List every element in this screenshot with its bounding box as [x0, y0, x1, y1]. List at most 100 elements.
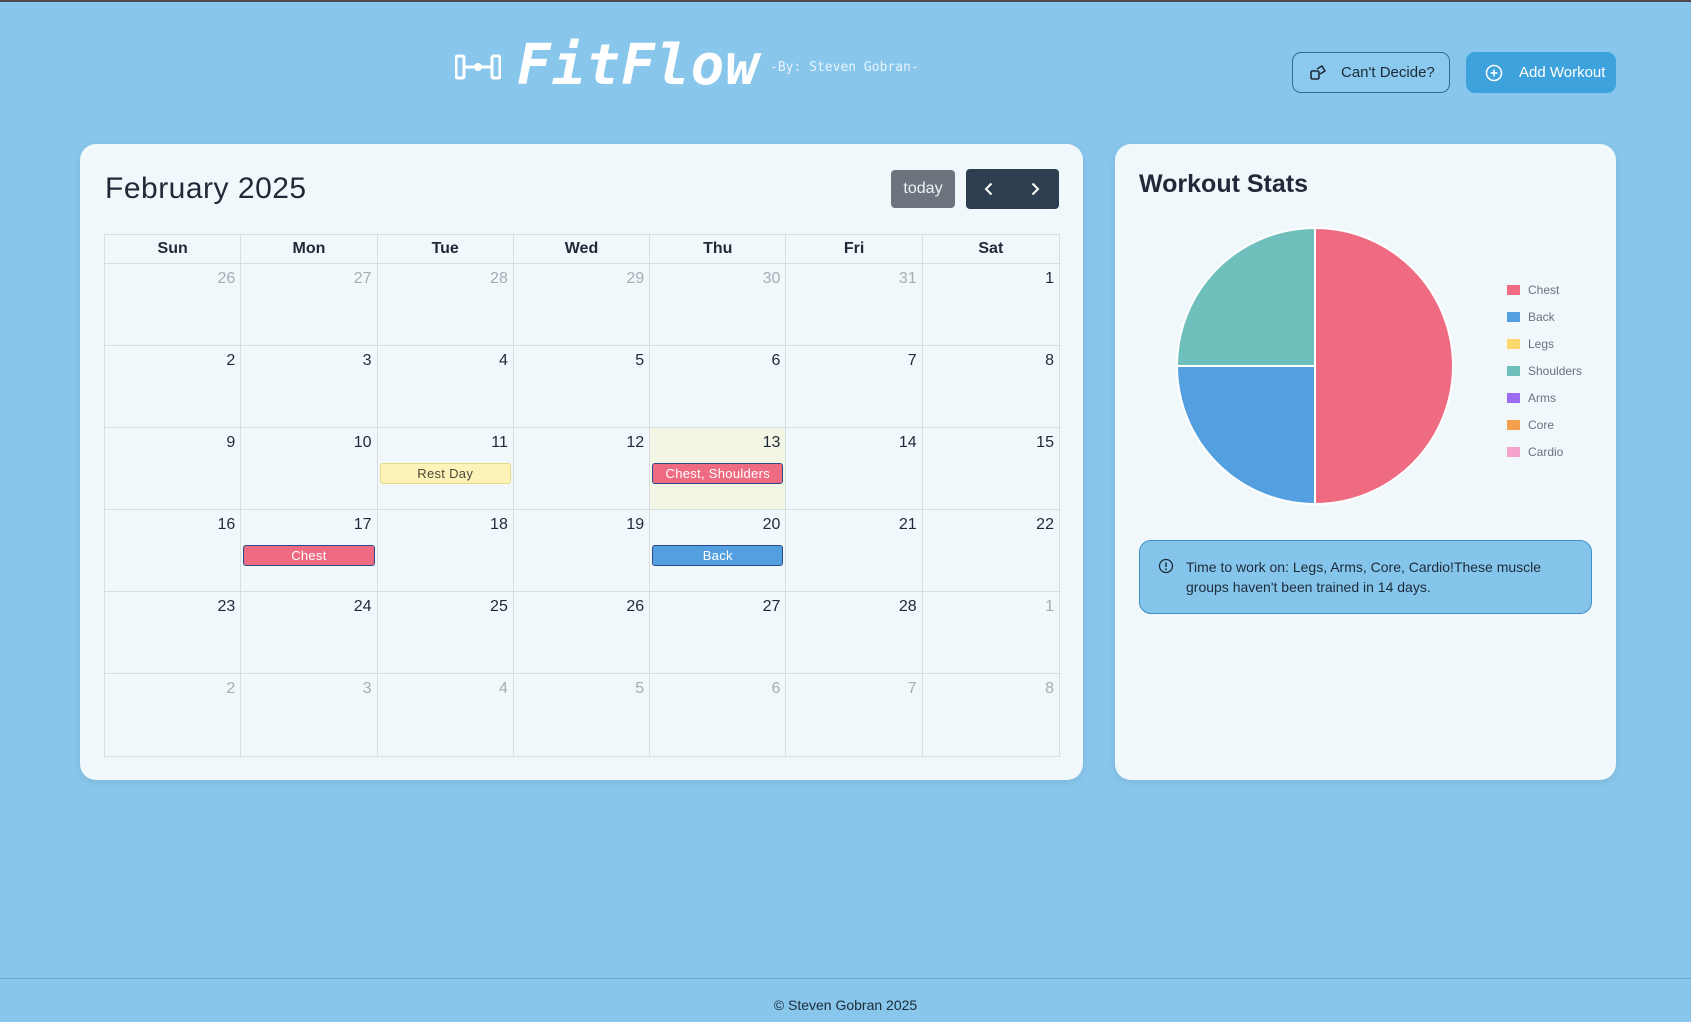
calendar-day[interactable]: 28 — [786, 592, 923, 673]
legend-item-legs[interactable]: Legs — [1507, 330, 1582, 357]
calendar-day[interactable]: 26 — [105, 264, 242, 345]
day-number[interactable]: 13 — [650, 434, 785, 456]
calendar-day[interactable]: 5 — [514, 674, 651, 756]
calendar-day[interactable]: 14 — [786, 428, 923, 509]
calendar-day[interactable]: 1 — [923, 592, 1059, 673]
prev-month-button[interactable] — [966, 169, 1012, 209]
day-number[interactable]: 1 — [923, 598, 1059, 620]
day-number[interactable]: 5 — [514, 680, 649, 702]
pie-slice-back[interactable] — [1175, 365, 1316, 506]
calendar-day[interactable]: 29 — [514, 264, 651, 345]
workout-event[interactable]: Chest — [243, 545, 375, 566]
calendar-day[interactable]: 8 — [923, 674, 1059, 756]
day-number[interactable]: 24 — [241, 598, 376, 620]
day-number[interactable]: 8 — [923, 352, 1059, 374]
calendar-day[interactable]: 24 — [241, 592, 378, 673]
day-number[interactable]: 12 — [514, 434, 649, 456]
legend-item-chest[interactable]: Chest — [1507, 276, 1582, 303]
day-number[interactable]: 30 — [650, 270, 785, 292]
legend-item-back[interactable]: Back — [1507, 303, 1582, 330]
day-number[interactable]: 9 — [105, 434, 240, 456]
legend-item-arms[interactable]: Arms — [1507, 384, 1582, 411]
day-number[interactable]: 23 — [105, 598, 240, 620]
day-number[interactable]: 6 — [650, 680, 785, 702]
day-number[interactable]: 2 — [105, 352, 240, 374]
day-number[interactable]: 22 — [923, 516, 1059, 538]
calendar-day[interactable]: 4 — [378, 346, 514, 427]
calendar-day[interactable]: 26 — [514, 592, 651, 673]
calendar-day[interactable]: 6 — [650, 674, 787, 756]
calendar-day[interactable]: 3 — [241, 674, 378, 756]
day-number[interactable]: 7 — [786, 352, 921, 374]
calendar-day[interactable]: 16 — [105, 510, 242, 591]
calendar-day[interactable]: 22 — [923, 510, 1059, 591]
day-number[interactable]: 11 — [378, 434, 513, 456]
day-number[interactable]: 31 — [786, 270, 921, 292]
day-number[interactable]: 10 — [241, 434, 376, 456]
calendar-day[interactable]: 3 — [241, 346, 378, 427]
calendar-day-today[interactable]: 13 Chest, Shoulders — [650, 428, 787, 509]
day-number[interactable]: 1 — [923, 270, 1059, 292]
calendar-day[interactable]: 27 — [241, 264, 378, 345]
day-number[interactable]: 20 — [650, 516, 785, 538]
day-number[interactable]: 14 — [786, 434, 921, 456]
day-number[interactable]: 7 — [786, 680, 921, 702]
calendar-day[interactable]: 23 — [105, 592, 242, 673]
day-number[interactable]: 28 — [378, 270, 513, 292]
day-number[interactable]: 21 — [786, 516, 921, 538]
legend-item-core[interactable]: Core — [1507, 411, 1582, 438]
day-number[interactable]: 5 — [514, 352, 649, 374]
day-number[interactable]: 4 — [378, 680, 513, 702]
day-number[interactable]: 28 — [786, 598, 921, 620]
day-number[interactable]: 26 — [514, 598, 649, 620]
workout-event[interactable]: Back — [652, 545, 784, 566]
calendar-day[interactable]: 30 — [650, 264, 787, 345]
add-workout-button[interactable]: Add Workout — [1466, 52, 1616, 93]
day-number[interactable]: 3 — [241, 680, 376, 702]
calendar-day[interactable]: 12 — [514, 428, 651, 509]
day-number[interactable]: 29 — [514, 270, 649, 292]
day-number[interactable]: 16 — [105, 516, 240, 538]
day-number[interactable]: 27 — [650, 598, 785, 620]
day-number[interactable]: 4 — [378, 352, 513, 374]
next-month-button[interactable] — [1012, 169, 1058, 209]
calendar-day[interactable]: 21 — [786, 510, 923, 591]
day-number[interactable]: 26 — [105, 270, 240, 292]
today-button[interactable]: today — [891, 170, 955, 208]
calendar-day[interactable]: 7 — [786, 346, 923, 427]
day-number[interactable]: 8 — [923, 680, 1059, 702]
legend-item-shoulders[interactable]: Shoulders — [1507, 357, 1582, 384]
calendar-day[interactable]: 2 — [105, 674, 242, 756]
workout-event[interactable]: Rest Day — [379, 463, 511, 484]
workout-event[interactable]: Chest, Shoulders — [652, 463, 784, 484]
day-number[interactable]: 2 — [105, 680, 240, 702]
calendar-day[interactable]: 31 — [786, 264, 923, 345]
pie-slice-shoulders[interactable] — [1175, 226, 1316, 367]
calendar-day[interactable]: 4 — [378, 674, 514, 756]
calendar-day[interactable]: 20 Back — [650, 510, 787, 591]
day-number[interactable]: 15 — [923, 434, 1059, 456]
calendar-day[interactable]: 7 — [786, 674, 923, 756]
calendar-day[interactable]: 17 Chest — [241, 510, 378, 591]
day-number[interactable]: 27 — [241, 270, 376, 292]
day-number[interactable]: 19 — [514, 516, 649, 538]
calendar-day[interactable]: 5 — [514, 346, 651, 427]
calendar-day[interactable]: 27 — [650, 592, 787, 673]
calendar-day[interactable]: 28 — [378, 264, 514, 345]
day-number[interactable]: 3 — [241, 352, 376, 374]
calendar-day[interactable]: 25 — [378, 592, 514, 673]
cant-decide-button[interactable]: Can't Decide? — [1292, 52, 1450, 93]
day-number[interactable]: 18 — [378, 516, 513, 538]
calendar-day[interactable]: 6 — [650, 346, 787, 427]
calendar-day[interactable]: 2 — [105, 346, 242, 427]
calendar-day[interactable]: 1 — [923, 264, 1059, 345]
calendar-day[interactable]: 8 — [923, 346, 1059, 427]
pie-slice-chest[interactable] — [1314, 226, 1454, 506]
calendar-day[interactable]: 10 — [241, 428, 378, 509]
calendar-day[interactable]: 19 — [514, 510, 651, 591]
day-number[interactable]: 25 — [378, 598, 513, 620]
calendar-day[interactable]: 15 — [923, 428, 1059, 509]
calendar-day[interactable]: 11 Rest Day — [378, 428, 514, 509]
day-number[interactable]: 17 — [241, 516, 376, 538]
calendar-day[interactable]: 18 — [378, 510, 514, 591]
